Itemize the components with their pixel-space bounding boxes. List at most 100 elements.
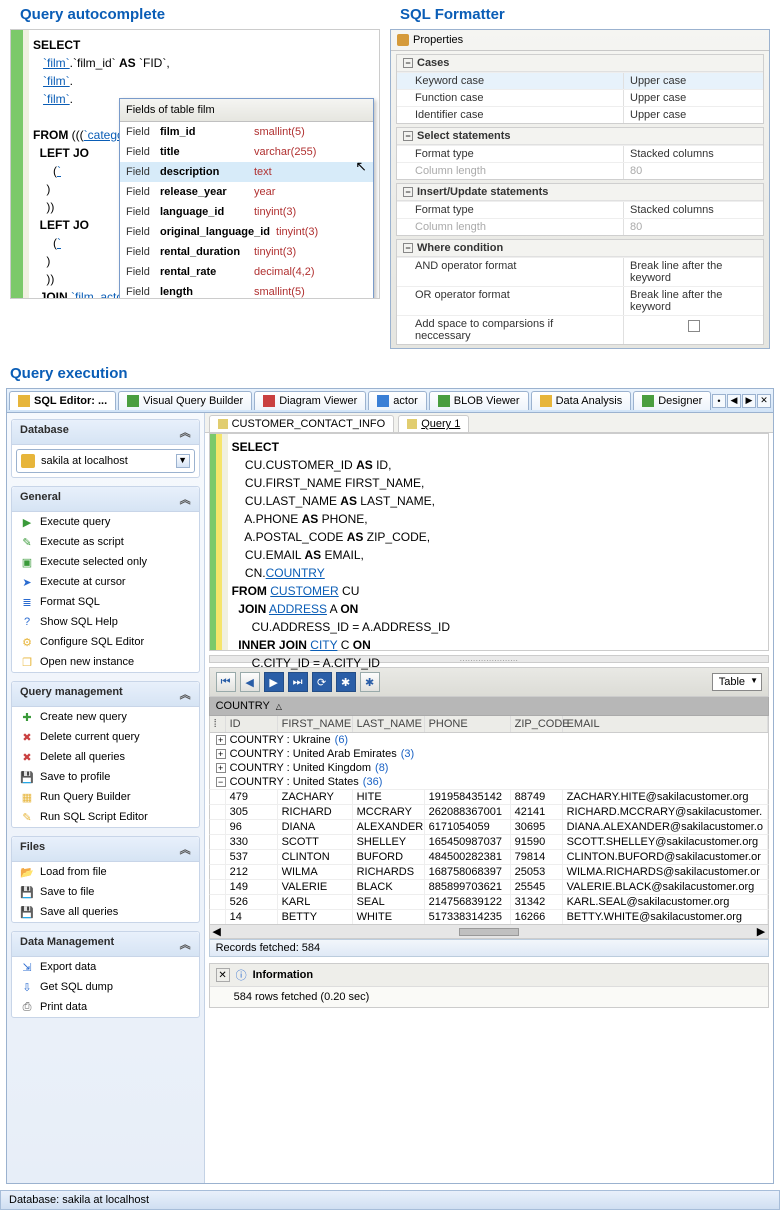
autocomplete-field-row[interactable]: Fieldlanguage_idtinyint(3) xyxy=(120,202,373,222)
property-row[interactable]: Add space to comparsions if neccessary xyxy=(397,315,763,344)
grid-group-row[interactable]: +COUNTRY : United Kingdom (8) xyxy=(209,761,769,775)
sidebar-item[interactable]: ⇲Export data xyxy=(12,957,199,977)
property-row[interactable]: Format typeStacked columns xyxy=(397,145,763,162)
query-tab[interactable]: CUSTOMER_CONTACT_INFO xyxy=(209,415,395,432)
property-checkbox[interactable] xyxy=(623,316,763,344)
col-id[interactable]: ID xyxy=(226,716,278,732)
table-row[interactable]: 149VALERIEBLACK88589970362125545VALERIE.… xyxy=(209,879,769,894)
grid-group-row[interactable]: −COUNTRY : United States (36) xyxy=(209,775,769,789)
table-row[interactable]: 479ZACHARYHITE19195843514288749ZACHARY.H… xyxy=(209,789,769,804)
expand-icon[interactable]: + xyxy=(216,735,226,745)
expand-icon[interactable]: + xyxy=(216,763,226,773)
sidebar-item[interactable]: ▣Execute selected only xyxy=(12,552,199,572)
table-row[interactable]: 305RICHARDMCCRARY26208836700142141RICHAR… xyxy=(209,804,769,819)
autocomplete-field-row[interactable]: Fieldlengthsmallint(5) xyxy=(120,282,373,299)
property-row[interactable]: Column length80 xyxy=(397,162,763,179)
editor-tab[interactable]: BLOB Viewer xyxy=(429,391,529,410)
sidebar-item[interactable]: 💾Save all queries xyxy=(12,902,199,922)
horizontal-scrollbar[interactable]: ◀▶ xyxy=(209,925,769,939)
sidebar-item[interactable]: ≣Format SQL xyxy=(12,592,199,612)
autocomplete-code-editor[interactable]: SELECT `film`.`film_id` AS `FID`, `film`… xyxy=(10,29,380,299)
table-row[interactable]: 96DIANAALEXANDER617105405930695DIANA.ALE… xyxy=(209,819,769,834)
sidebar-item[interactable]: ✖Delete current query xyxy=(12,727,199,747)
grid-column-headers[interactable]: ⁞ ID FIRST_NAME LAST_NAME PHONE ZIP_CODE… xyxy=(209,716,769,733)
property-value[interactable]: Upper case xyxy=(623,73,763,89)
editor-tab[interactable]: Data Analysis xyxy=(531,391,632,410)
autocomplete-field-row[interactable]: Fieldfilm_idsmallint(5) xyxy=(120,122,373,142)
sql-editor[interactable]: SELECT CU.CUSTOMER_ID AS ID, CU.FIRST_NA… xyxy=(209,433,769,651)
property-row[interactable]: AND operator formatBreak line after the … xyxy=(397,257,763,286)
property-value[interactable]: Upper case xyxy=(623,90,763,106)
table-row[interactable]: 212WILMARICHARDS16875806839725053WILMA.R… xyxy=(209,864,769,879)
col-zip[interactable]: ZIP_CODE xyxy=(511,716,563,732)
editor-tab[interactable]: Visual Query Builder xyxy=(118,391,252,410)
property-row[interactable]: Format typeStacked columns xyxy=(397,201,763,218)
tab-nav-prev[interactable]: ◀ xyxy=(727,394,741,408)
table-row[interactable]: 330SCOTTSHELLEY16545098703791590SCOTT.SH… xyxy=(209,834,769,849)
sidebar-group-header[interactable]: General︽ xyxy=(12,487,199,512)
autocomplete-field-row[interactable]: Fieldrental_ratedecimal(4,2) xyxy=(120,262,373,282)
tab-nav-first[interactable]: • xyxy=(712,394,726,408)
grouping-header[interactable]: COUNTRY△ xyxy=(209,697,769,716)
expand-icon[interactable]: + xyxy=(216,749,226,759)
sidebar-item[interactable]: ✎Run SQL Script Editor xyxy=(12,807,199,827)
table-row[interactable]: 14BETTYWHITE51733831423516266BETTY.WHITE… xyxy=(209,909,769,925)
sidebar-item[interactable]: 💾Save to file xyxy=(12,882,199,902)
autocomplete-field-row[interactable]: Fieldrelease_yearyear xyxy=(120,182,373,202)
property-value[interactable]: Upper case xyxy=(623,107,763,123)
editor-tab[interactable]: actor xyxy=(368,391,426,410)
autocomplete-field-row[interactable]: Fieldtitlevarchar(255) xyxy=(120,142,373,162)
col-phone[interactable]: PHONE xyxy=(425,716,511,732)
sidebar-item[interactable]: ⚙Configure SQL Editor xyxy=(12,632,199,652)
prop-group-title[interactable]: −Cases xyxy=(397,55,763,72)
prop-group-title[interactable]: −Select statements xyxy=(397,128,763,145)
table-row[interactable]: 537CLINTONBUFORD48450028238179814CLINTON… xyxy=(209,849,769,864)
sidebar-item[interactable]: ▦Run Query Builder xyxy=(12,787,199,807)
sidebar-item[interactable]: 💾Save to profile xyxy=(12,767,199,787)
grid-group-row[interactable]: +COUNTRY : Ukraine (6) xyxy=(209,733,769,747)
editor-tab[interactable]: SQL Editor: ... xyxy=(9,391,116,410)
sidebar-group-database[interactable]: Database︽ xyxy=(12,420,199,445)
dropdown-icon[interactable]: ▼ xyxy=(176,454,190,468)
database-selector[interactable]: sakila at localhost ▼ xyxy=(16,449,195,473)
sidebar-item[interactable]: ?Show SQL Help xyxy=(12,612,199,632)
col-email[interactable]: EMAIL xyxy=(563,716,768,732)
col-first-name[interactable]: FIRST_NAME xyxy=(278,716,353,732)
property-row[interactable]: OR operator formatBreak line after the k… xyxy=(397,286,763,315)
sidebar-item[interactable]: ✖Delete all queries xyxy=(12,747,199,767)
autocomplete-field-row[interactable]: Fieldoriginal_language_idtinyint(3) xyxy=(120,222,373,242)
sidebar-item[interactable]: 📂Load from file xyxy=(12,862,199,882)
property-value[interactable]: Break line after the keyword xyxy=(623,287,763,315)
sidebar-group-header[interactable]: Data Management︽ xyxy=(12,932,199,957)
sidebar-group-header[interactable]: Query management︽ xyxy=(12,682,199,707)
property-value[interactable]: Stacked columns xyxy=(623,146,763,162)
tab-close[interactable]: ✕ xyxy=(757,394,771,408)
table-row[interactable]: 526KARLSEAL21475683912231342KARL.SEAL@sa… xyxy=(209,894,769,909)
sidebar-item[interactable]: ✚Create new query xyxy=(12,707,199,727)
property-value[interactable]: Stacked columns xyxy=(623,202,763,218)
prop-group-title[interactable]: −Insert/Update statements xyxy=(397,184,763,201)
editor-tab[interactable]: Diagram Viewer xyxy=(254,391,366,410)
sidebar-item[interactable]: ⇩Get SQL dump xyxy=(12,977,199,997)
property-value[interactable]: 80 xyxy=(623,163,763,179)
sidebar-item[interactable]: ⎙Print data xyxy=(12,997,199,1017)
property-row[interactable]: Function caseUpper case xyxy=(397,89,763,106)
sidebar-group-header[interactable]: Files︽ xyxy=(12,837,199,862)
property-value[interactable]: 80 xyxy=(623,219,763,235)
sidebar-item[interactable]: ➤Execute at cursor xyxy=(12,572,199,592)
sidebar-item[interactable]: ▶Execute query xyxy=(12,512,199,532)
collapse-icon[interactable]: − xyxy=(216,777,226,787)
property-row[interactable]: Column length80 xyxy=(397,218,763,235)
view-mode-select[interactable]: Table xyxy=(712,673,762,691)
property-row[interactable]: Keyword caseUpper case xyxy=(397,72,763,89)
query-tab[interactable]: Query 1 xyxy=(398,415,469,432)
property-row[interactable]: Identifier caseUpper case xyxy=(397,106,763,123)
grid-group-row[interactable]: +COUNTRY : United Arab Emirates (3) xyxy=(209,747,769,761)
tab-nav-next[interactable]: ▶ xyxy=(742,394,756,408)
info-close-button[interactable]: ✕ xyxy=(216,968,230,982)
col-last-name[interactable]: LAST_NAME xyxy=(353,716,425,732)
editor-tab[interactable]: Designer xyxy=(633,391,711,410)
property-value[interactable]: Break line after the keyword xyxy=(623,258,763,286)
autocomplete-field-row[interactable]: Fieldrental_durationtinyint(3) xyxy=(120,242,373,262)
sidebar-item[interactable]: ❐Open new instance xyxy=(12,652,199,672)
